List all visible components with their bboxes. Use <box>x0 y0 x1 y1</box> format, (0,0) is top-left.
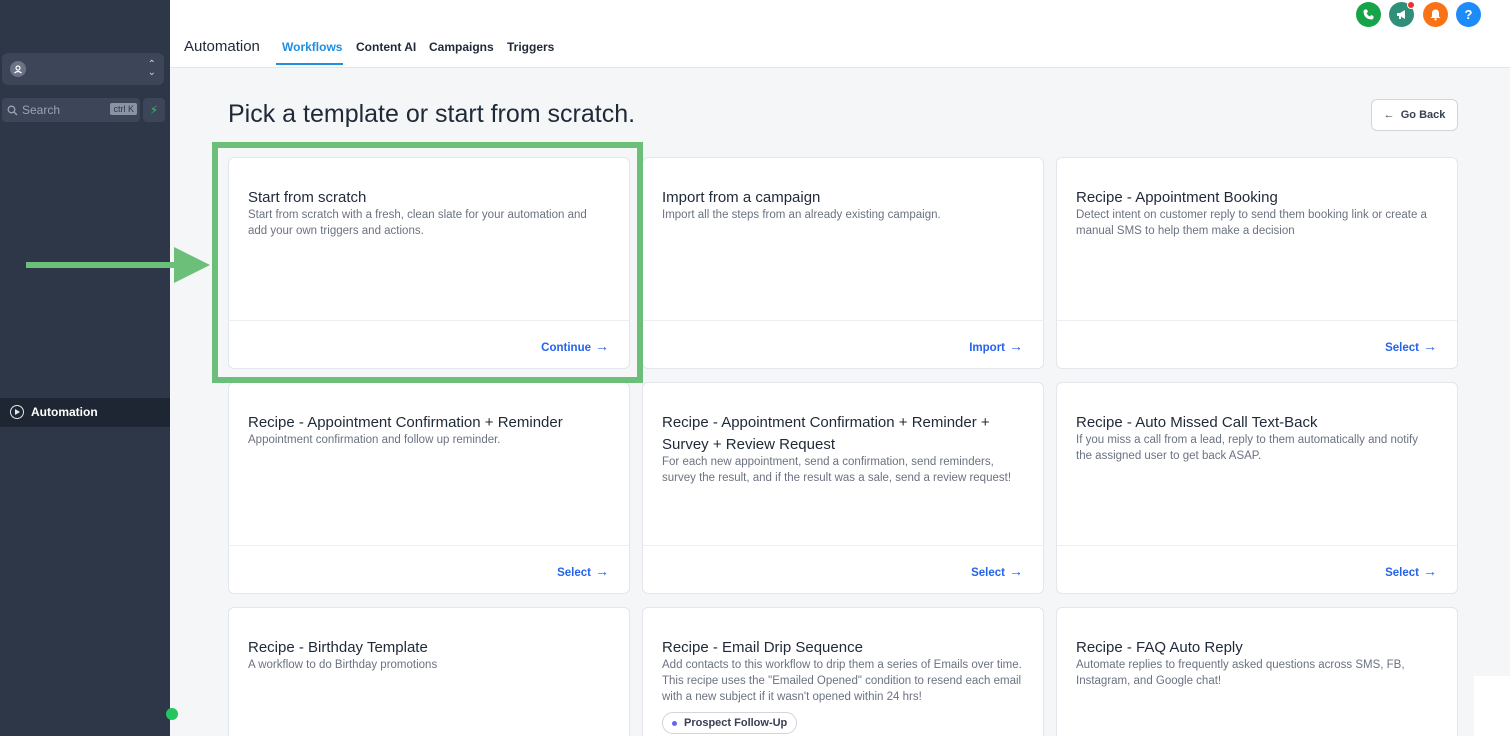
import-button[interactable]: Import → <box>969 338 1023 354</box>
arrow-right-icon: → <box>1423 338 1437 354</box>
card-title: Recipe - Appointment Confirmation + Remi… <box>248 414 563 431</box>
search-input[interactable]: Search ctrl K <box>2 98 140 122</box>
bolt-icon[interactable]: ⚡ <box>143 98 165 122</box>
megaphone-icon[interactable] <box>1389 1 1415 27</box>
arrow-left-icon: ← <box>1383 109 1395 121</box>
card-title: Recipe - FAQ Auto Reply <box>1076 639 1243 656</box>
card-title: Import from a campaign <box>662 189 821 206</box>
action-label: Select <box>557 567 591 579</box>
arrow-right-icon: → <box>1009 338 1023 354</box>
template-card[interactable]: Recipe - Appointment Confirmation + Remi… <box>228 382 630 594</box>
search-placeholder: Search <box>22 103 61 117</box>
chevron-updown-icon: ⌃ ⌄ <box>147 59 156 78</box>
card-title: Recipe - Appointment Confirmation + Remi… <box>662 414 990 453</box>
top-header: Automation Workflows Content AI Campaign… <box>170 0 1510 68</box>
card-description: For each new appointment, send a confirm… <box>662 456 1012 484</box>
sidebar: ⌃ ⌄ Search ctrl K ⚡ Automation <box>0 0 178 736</box>
phone-icon[interactable] <box>1356 2 1381 27</box>
help-icon[interactable]: ? <box>1456 2 1481 27</box>
search-shortcut: ctrl K <box>110 103 137 115</box>
card-divider <box>643 545 1043 546</box>
select-button[interactable]: Select → <box>1385 338 1437 354</box>
card-title: Recipe - Email Drip Sequence <box>662 639 863 656</box>
card-divider <box>1057 320 1457 321</box>
card-title: Recipe - Auto Missed Call Text-Back <box>1076 414 1318 431</box>
card-description: Detect intent on customer reply to send … <box>1076 209 1427 237</box>
sidebar-item-label: Automation <box>31 405 98 419</box>
select-button[interactable]: Select → <box>557 563 609 579</box>
tab-triggers[interactable]: Triggers <box>507 40 554 54</box>
action-label: Select <box>971 567 1005 579</box>
notification-badge <box>1407 1 1415 9</box>
card-description: Import all the steps from an already exi… <box>662 209 941 221</box>
search-icon <box>7 103 18 121</box>
template-card[interactable]: Recipe - Appointment Booking Detect inte… <box>1056 157 1458 369</box>
highlight-arrow-shaft <box>26 262 178 268</box>
status-dot <box>166 708 178 720</box>
action-label: Select <box>1385 567 1419 579</box>
tab-content-ai[interactable]: Content AI <box>356 40 416 54</box>
go-back-button[interactable]: ← Go Back <box>1371 99 1458 131</box>
page-title: Automation <box>184 38 260 55</box>
arrow-right-icon: → <box>595 563 609 579</box>
card-description: If you miss a call from a lead, reply to… <box>1076 434 1418 462</box>
page-heading: Pick a template or start from scratch. <box>228 100 636 128</box>
select-button[interactable]: Select → <box>971 563 1023 579</box>
card-description: Add contacts to this workflow to drip th… <box>662 659 1022 703</box>
card-description: Appointment confirmation and follow up r… <box>248 434 501 446</box>
sidebar-item-automation[interactable]: Automation <box>0 398 170 427</box>
location-icon <box>10 61 26 77</box>
template-card[interactable]: Recipe - FAQ Auto Reply Automate replies… <box>1056 607 1458 736</box>
location-switcher[interactable]: ⌃ ⌄ <box>2 53 164 85</box>
highlight-box <box>212 142 643 383</box>
go-back-label: Go Back <box>1400 109 1446 121</box>
arrow-right-icon: → <box>1423 563 1437 579</box>
template-card[interactable]: Recipe - Email Drip Sequence Add contact… <box>642 607 1044 736</box>
tab-workflows[interactable]: Workflows <box>282 40 342 54</box>
template-card[interactable]: Recipe - Birthday Template A workflow to… <box>228 607 630 736</box>
highlight-arrow-head <box>174 247 210 283</box>
category-tag: Prospect Follow-Up <box>662 712 798 734</box>
template-card[interactable]: Import from a campaign Import all the st… <box>642 157 1044 369</box>
action-label: Select <box>1385 342 1419 354</box>
card-divider <box>1057 545 1457 546</box>
card-divider <box>643 320 1043 321</box>
select-button[interactable]: Select → <box>1385 563 1437 579</box>
template-card[interactable]: Recipe - Auto Missed Call Text-Back If y… <box>1056 382 1458 594</box>
active-tab-indicator <box>276 63 343 65</box>
card-title: Recipe - Appointment Booking <box>1076 189 1278 206</box>
tab-campaigns[interactable]: Campaigns <box>429 40 494 54</box>
card-description: Automate replies to frequently asked que… <box>1076 659 1405 687</box>
bell-icon[interactable] <box>1423 2 1448 27</box>
card-title: Recipe - Birthday Template <box>248 639 428 656</box>
card-description: A workflow to do Birthday promotions <box>248 659 438 671</box>
card-divider <box>229 545 629 546</box>
action-label: Import <box>969 342 1005 354</box>
corner-overlay <box>1474 676 1510 736</box>
template-card[interactable]: Recipe - Appointment Confirmation + Remi… <box>642 382 1044 594</box>
arrow-right-icon: → <box>1009 563 1023 579</box>
automation-icon <box>10 405 24 419</box>
